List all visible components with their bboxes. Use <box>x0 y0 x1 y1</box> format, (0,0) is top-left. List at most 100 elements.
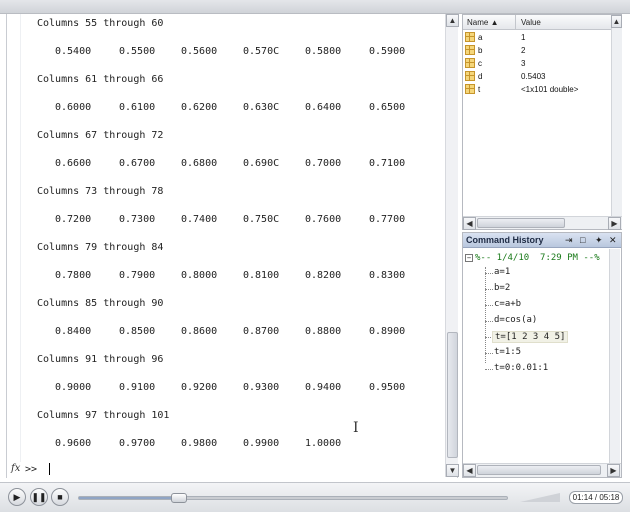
history-item[interactable]: t=1:5 <box>494 347 521 357</box>
output-value: 0.5800 <box>305 46 342 57</box>
history-tree-branch <box>485 305 493 306</box>
output-block: Columns 61 through 66 0.6000 0.6100 0.6200 0… <box>37 74 447 118</box>
volume-slider[interactable] <box>520 493 560 502</box>
workspace-variable-row[interactable]: b2 <box>463 44 611 57</box>
output-value: 0.9700 <box>119 438 156 449</box>
column-divider[interactable] <box>515 15 516 30</box>
output-value: 0.8200 <box>305 270 342 281</box>
history-vertical-scrollbar[interactable] <box>609 249 620 463</box>
history-item[interactable]: d=cos(a) <box>494 315 537 325</box>
output-block: Columns 85 through 90 0.8400 0.8500 0.8600 0… <box>37 298 447 342</box>
workspace-variable-row[interactable]: c3 <box>463 57 611 70</box>
window-top-strip <box>0 0 630 14</box>
workspace-vertical-scrollbar[interactable]: ▲ <box>611 15 622 216</box>
output-value: 0.8000 <box>181 270 218 281</box>
output-values-row: 0.7800 0.7900 0.8000 0.8100 0.8200 0.8300 <box>37 270 447 282</box>
workspace-horizontal-scrollbar[interactable]: ◀ ▶ <box>463 216 622 230</box>
output-value: 0.7300 <box>119 214 156 225</box>
play-button[interactable]: ▶ <box>8 488 26 506</box>
close-icon[interactable]: ✕ <box>609 235 617 245</box>
output-value: 0.5400 <box>55 46 92 57</box>
fx-icon[interactable]: fx <box>11 463 20 474</box>
output-value: 0.7700 <box>369 214 406 225</box>
command-window-scrollbar[interactable]: ▲ ▼ <box>445 14 459 477</box>
pause-icon: ❚❚ <box>31 492 47 502</box>
seek-bar[interactable] <box>78 493 508 503</box>
output-values-row: 0.6600 0.6700 0.6800 0.690C 0.7000 0.7100 <box>37 158 447 170</box>
pause-button[interactable]: ❚❚ <box>30 488 48 506</box>
output-values-row: 0.9600 0.9700 0.9800 0.9900 1.0000 <box>37 438 447 450</box>
scroll-up-icon[interactable]: ▲ <box>611 15 622 28</box>
output-block: Columns 67 through 72 0.6600 0.6700 0.6800 0… <box>37 130 447 174</box>
history-tree-branch <box>485 321 493 322</box>
output-value: 0.7400 <box>181 214 218 225</box>
output-value: 0.9800 <box>181 438 218 449</box>
command-history-titlebar: Command History ⇥ □ ✦ ✕ <box>463 233 621 248</box>
output-value: 0.5900 <box>369 46 406 57</box>
output-value: 0.630C <box>243 102 280 113</box>
output-value: 0.8900 <box>369 326 406 337</box>
mouse-ibeam-cursor-icon: I <box>353 420 359 436</box>
scroll-left-icon[interactable]: ◀ <box>463 464 476 477</box>
pin-icon[interactable]: ✦ <box>595 235 603 245</box>
scroll-left-icon[interactable]: ◀ <box>463 217 476 230</box>
playback-time: 01:14 / 05:18 <box>569 491 623 504</box>
variable-name: d <box>478 72 483 81</box>
output-value: 0.5500 <box>119 46 156 57</box>
output-value: 0.9300 <box>243 382 280 393</box>
output-value: 0.7100 <box>369 158 406 169</box>
play-icon: ▶ <box>13 492 21 502</box>
history-hscroll-thumb[interactable] <box>477 465 601 475</box>
collapse-icon[interactable]: − <box>465 254 473 262</box>
output-value: 0.8600 <box>181 326 218 337</box>
workspace-variable-row[interactable]: t <1x101 double> <box>463 83 611 96</box>
output-value: 0.9600 <box>55 438 92 449</box>
output-value: 0.9200 <box>181 382 218 393</box>
history-item[interactable]: t=[1 2 3 4 5] <box>492 331 569 343</box>
seek-progress <box>79 497 180 499</box>
stop-icon: ■ <box>57 492 63 502</box>
columns-header: Columns 97 through 101 <box>37 410 170 421</box>
output-value: 0.6400 <box>305 102 342 113</box>
workspace-variable-row[interactable]: d 0.5403 <box>463 70 611 83</box>
scroll-up-icon[interactable]: ▲ <box>446 14 459 27</box>
output-value: 0.6800 <box>181 158 218 169</box>
history-item[interactable]: a=1 <box>494 267 510 277</box>
output-value: 0.6600 <box>55 158 92 169</box>
stop-button[interactable]: ■ <box>51 488 69 506</box>
columns-header: Columns 73 through 78 <box>37 186 164 197</box>
command-history-panel[interactable]: Command History ⇥ □ ✦ ✕ − %-- 1/4/10 7:29… <box>462 232 622 478</box>
maximize-icon[interactable]: □ <box>580 235 585 245</box>
history-item[interactable]: b=2 <box>494 283 510 293</box>
workspace-panel[interactable]: Name ▲ Value a 1 b 2 c 3 d 0.5403 t <1x101 double… <box>462 14 622 230</box>
scroll-right-icon[interactable]: ▶ <box>608 217 621 230</box>
output-values-row: 0.7200 0.7300 0.7400 0.750C 0.7600 0.7700 <box>37 214 447 226</box>
scroll-down-icon[interactable]: ▼ <box>446 464 459 477</box>
history-horizontal-scrollbar[interactable]: ◀ ▶ <box>463 463 621 477</box>
history-session-header[interactable]: − %-- 1/4/10 7:29 PM --% <box>465 253 600 263</box>
output-values-row: 0.8400 0.8500 0.8600 0.8700 0.8800 0.8900 <box>37 326 447 338</box>
history-item[interactable]: c=a+b <box>494 299 521 309</box>
workspace-hscroll-thumb[interactable] <box>477 218 565 228</box>
command-prompt-line[interactable]: fx >> <box>7 462 445 477</box>
output-value: 0.7200 <box>55 214 92 225</box>
name-column-header[interactable]: Name ▲ <box>467 18 498 27</box>
value-column-header[interactable]: Value <box>521 18 541 27</box>
variable-value: 2 <box>521 46 526 55</box>
seek-handle[interactable] <box>171 493 188 503</box>
command-window-scroll-thumb[interactable] <box>447 332 458 458</box>
output-value: 0.690C <box>243 158 280 169</box>
workspace-variable-row[interactable]: a1 <box>463 31 611 44</box>
scroll-right-icon[interactable]: ▶ <box>607 464 620 477</box>
output-value: 0.7900 <box>119 270 156 281</box>
undock-icon[interactable]: ⇥ <box>565 235 573 245</box>
output-value: 0.9500 <box>369 382 406 393</box>
video-player-controls: ▶ ❚❚ ■ 01:14 / 05:18 <box>0 482 630 512</box>
columns-header: Columns 55 through 60 <box>37 18 164 29</box>
command-window[interactable]: Columns 55 through 60 0.5400 0.5500 0.5600 0… <box>6 14 459 478</box>
variable-value: <1x101 double> <box>521 85 579 94</box>
output-value: 0.7600 <box>305 214 342 225</box>
output-value: 0.6000 <box>55 102 92 113</box>
history-item[interactable]: t=0:0.01:1 <box>494 363 548 373</box>
matrix-variable-icon <box>465 84 475 94</box>
